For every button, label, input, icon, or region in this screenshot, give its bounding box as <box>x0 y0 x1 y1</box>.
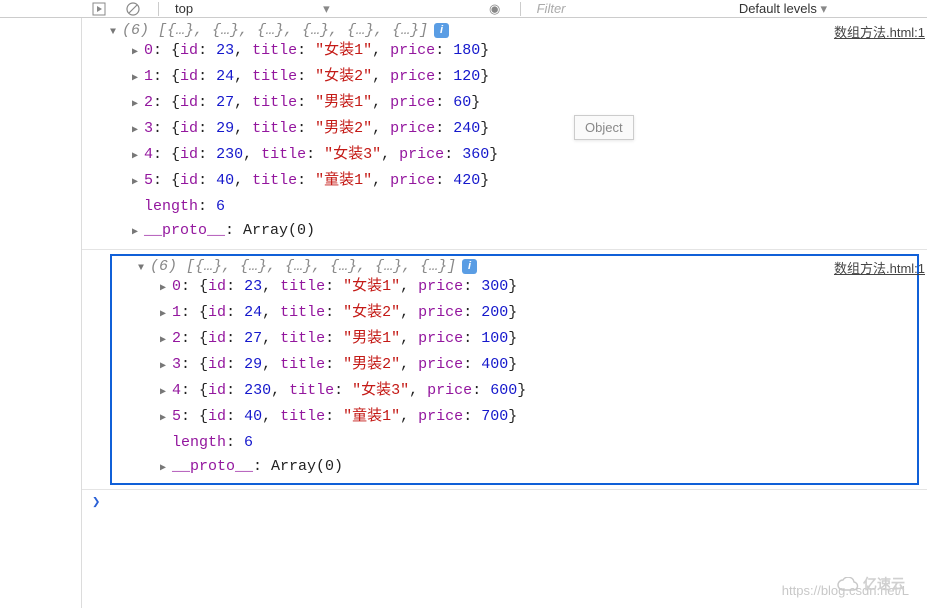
console-output: 数组方法.html:1 (6) [{…}, {…}, {…}, {…}, {…}… <box>82 18 927 608</box>
watermark-logo: 亿速云 <box>837 574 905 594</box>
array-summary[interactable]: (6) [{…}, {…}, {…}, {…}, {…}, {…}]i <box>110 22 927 39</box>
expand-toggle[interactable] <box>132 119 142 143</box>
expand-toggle[interactable] <box>132 221 142 245</box>
hover-tooltip: Object <box>574 115 634 140</box>
info-icon[interactable]: i <box>462 259 477 274</box>
array-item[interactable]: 5: {id: 40, title: "童装1", price: 420} <box>110 169 927 195</box>
array-item[interactable]: 4: {id: 230, title: "女装3", price: 360} <box>110 143 927 169</box>
separator <box>158 2 159 16</box>
expand-toggle[interactable] <box>132 41 142 65</box>
expand-toggle[interactable] <box>160 303 170 327</box>
expand-toggle[interactable] <box>160 355 170 379</box>
source-link[interactable]: 数组方法.html:1 <box>834 258 925 277</box>
expand-toggle[interactable] <box>160 277 170 301</box>
expand-toggle[interactable] <box>132 145 142 169</box>
source-link[interactable]: 数组方法.html:1 <box>834 22 925 41</box>
array-length: length: 6 <box>110 195 927 219</box>
expand-toggle[interactable] <box>138 263 148 274</box>
array-proto[interactable]: __proto__: Array(0) <box>138 455 917 481</box>
log-entry: 数组方法.html:1 (6) [{…}, {…}, {…}, {…}, {…}… <box>82 18 927 250</box>
array-item[interactable]: 5: {id: 40, title: "童装1", price: 700} <box>138 405 917 431</box>
array-item[interactable]: 0: {id: 23, title: "女装1", price: 180} <box>110 39 927 65</box>
console-prompt[interactable] <box>82 490 927 515</box>
expand-toggle[interactable] <box>132 67 142 91</box>
expand-toggle[interactable] <box>110 27 120 38</box>
array-proto[interactable]: __proto__: Array(0) <box>110 219 927 245</box>
array-item[interactable]: 1: {id: 24, title: "女装2", price: 200} <box>138 301 917 327</box>
expand-toggle[interactable] <box>160 381 170 405</box>
expand-toggle[interactable] <box>132 171 142 195</box>
console-toolbar: top ◉ Filter Default levels <box>0 0 927 18</box>
expand-toggle[interactable] <box>160 457 170 481</box>
array-item[interactable]: 2: {id: 27, title: "男装1", price: 60} <box>110 91 927 117</box>
array-item[interactable]: 3: {id: 29, title: "男装2", price: 240} <box>110 117 927 143</box>
console-body: 数组方法.html:1 (6) [{…}, {…}, {…}, {…}, {…}… <box>0 18 927 608</box>
expand-toggle[interactable] <box>132 93 142 117</box>
separator <box>520 2 521 16</box>
clear-icon[interactable] <box>124 0 142 18</box>
log-entry: 数组方法.html:1 (6) [{…}, {…}, {…}, {…}, {…}… <box>82 254 927 490</box>
array-item[interactable]: 1: {id: 24, title: "女装2", price: 120} <box>110 65 927 91</box>
expand-toggle[interactable] <box>160 407 170 431</box>
eye-icon[interactable]: ◉ <box>486 0 504 18</box>
log-levels-selector[interactable]: Default levels <box>739 1 827 17</box>
filter-input[interactable]: Filter <box>537 1 566 16</box>
array-item[interactable]: 2: {id: 27, title: "男装1", price: 100} <box>138 327 917 353</box>
execute-icon[interactable] <box>90 0 108 18</box>
info-icon[interactable]: i <box>434 23 449 38</box>
selection-highlight: (6) [{…}, {…}, {…}, {…}, {…}, {…}]i 0: {… <box>110 254 919 485</box>
left-gutter <box>0 18 82 608</box>
array-summary[interactable]: (6) [{…}, {…}, {…}, {…}, {…}, {…}]i <box>138 258 917 275</box>
context-selector[interactable]: top <box>175 1 470 17</box>
array-item[interactable]: 0: {id: 23, title: "女装1", price: 300} <box>138 275 917 301</box>
array-length: length: 6 <box>138 431 917 455</box>
array-item[interactable]: 4: {id: 230, title: "女装3", price: 600} <box>138 379 917 405</box>
array-item[interactable]: 3: {id: 29, title: "男装2", price: 400} <box>138 353 917 379</box>
expand-toggle[interactable] <box>160 329 170 353</box>
